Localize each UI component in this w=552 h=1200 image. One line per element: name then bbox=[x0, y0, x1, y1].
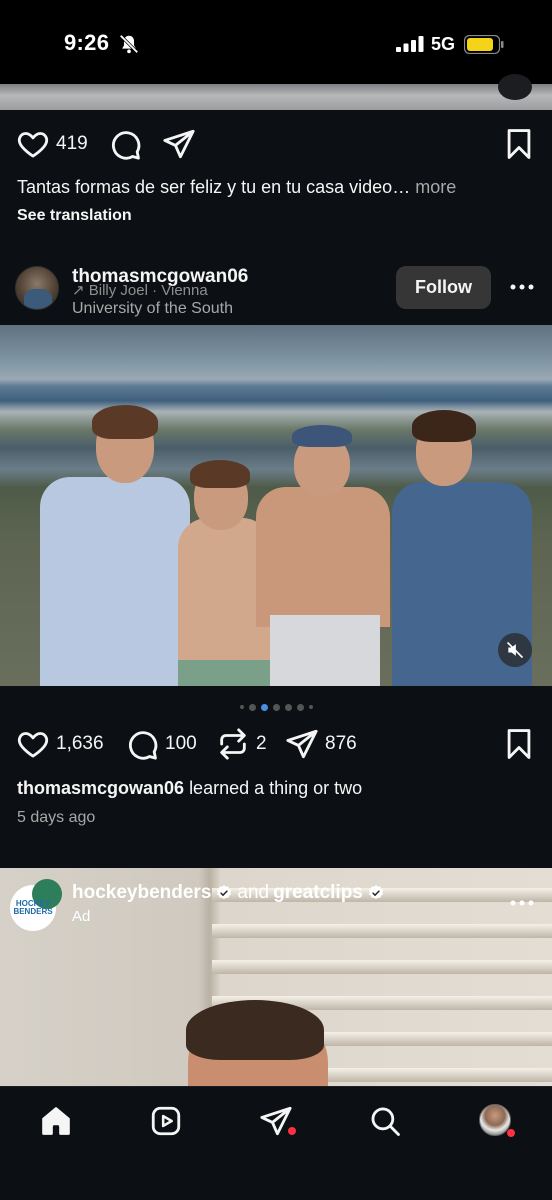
comment-count: 100 bbox=[165, 733, 197, 754]
verified-badge-icon bbox=[217, 885, 232, 900]
reels-icon bbox=[151, 1106, 181, 1136]
previous-post-actions: 419 bbox=[0, 122, 552, 166]
bell-off-icon bbox=[119, 34, 139, 54]
tab-search[interactable] bbox=[367, 1103, 403, 1139]
carousel-indicator bbox=[0, 702, 552, 712]
see-translation-link[interactable]: See translation bbox=[17, 207, 132, 225]
direct-notification-dot bbox=[288, 1127, 296, 1135]
tab-reels[interactable] bbox=[148, 1103, 184, 1139]
share-count: 876 bbox=[325, 733, 357, 754]
carousel-dot bbox=[272, 703, 280, 711]
send-icon bbox=[163, 129, 195, 159]
home-icon bbox=[42, 1107, 70, 1135]
repost-button[interactable]: 2 bbox=[216, 722, 267, 766]
previous-post-media[interactable] bbox=[0, 74, 552, 110]
profile-notification-dot bbox=[507, 1129, 515, 1137]
music-label[interactable]: ↗ Billy Joel · Vienna bbox=[72, 281, 208, 299]
post-header: thomasmcgowan06 ↗ Billy Joel · Vienna Un… bbox=[0, 262, 552, 324]
battery-icon bbox=[464, 35, 504, 54]
person-figure bbox=[248, 425, 398, 686]
share-button[interactable]: 876 bbox=[285, 722, 357, 766]
carousel-dot bbox=[284, 703, 292, 711]
bottom-tab-bar bbox=[0, 1086, 552, 1200]
comment-button[interactable]: 100 bbox=[125, 722, 197, 766]
mute-toggle-button[interactable] bbox=[498, 633, 532, 667]
status-time: 9:26 bbox=[64, 30, 110, 55]
previous-post-caption: Tantas formas de ser feliz y tu en tu ca… bbox=[17, 177, 457, 197]
post-caption: thomasmcgowan06 learned a thing or two bbox=[17, 778, 362, 799]
ad-account-names: hockeybenders and greatclips bbox=[72, 882, 385, 904]
carousel-dot bbox=[308, 705, 313, 709]
send-icon bbox=[286, 729, 318, 759]
like-button[interactable]: 419 bbox=[16, 122, 88, 166]
heart-icon bbox=[17, 732, 49, 758]
search-icon bbox=[371, 1107, 400, 1136]
repost-icon bbox=[220, 728, 246, 760]
more-link[interactable]: more bbox=[415, 177, 456, 197]
repost-count: 2 bbox=[256, 733, 267, 754]
avatar[interactable] bbox=[15, 266, 59, 310]
ad-joiner: and bbox=[237, 882, 270, 903]
post-timestamp: 5 days ago bbox=[17, 809, 96, 826]
bookmark-icon bbox=[507, 129, 531, 159]
ad-label: Ad bbox=[72, 908, 91, 925]
save-button[interactable] bbox=[502, 722, 536, 766]
location-label[interactable]: University of the South bbox=[72, 300, 233, 318]
follow-button[interactable]: Follow bbox=[396, 266, 491, 309]
comment-button[interactable] bbox=[108, 122, 142, 166]
post-photo[interactable] bbox=[0, 325, 552, 686]
network-label: 5G bbox=[431, 34, 456, 54]
more-options-icon[interactable] bbox=[508, 276, 536, 298]
ad-avatar[interactable]: HOCKEY BENDERS bbox=[10, 879, 62, 931]
status-bar: 9:26 5G bbox=[0, 0, 552, 84]
verified-badge-icon bbox=[368, 885, 383, 900]
carousel-dot bbox=[260, 703, 268, 711]
caption-username[interactable]: thomasmcgowan06 bbox=[17, 778, 184, 798]
caption-text: learned a thing or two bbox=[189, 778, 363, 798]
ad-username-2[interactable]: greatclips bbox=[273, 882, 363, 904]
speaker-muted-icon bbox=[506, 641, 524, 659]
bookmark-icon bbox=[507, 729, 531, 759]
share-button[interactable] bbox=[162, 122, 196, 166]
like-count: 419 bbox=[56, 133, 88, 154]
carousel-dot bbox=[239, 705, 244, 709]
ad-post[interactable]: HOCKEY BENDERS hockeybenders and greatcl… bbox=[0, 868, 552, 1086]
music-arrow-icon: ↗ bbox=[72, 282, 89, 299]
comment-icon bbox=[111, 131, 141, 160]
tab-home[interactable] bbox=[38, 1103, 74, 1139]
carousel-dot bbox=[296, 703, 304, 711]
save-button[interactable] bbox=[502, 122, 536, 166]
heart-icon bbox=[17, 132, 49, 158]
signal-icon bbox=[396, 36, 424, 52]
ad-username-1[interactable]: hockeybenders bbox=[72, 882, 211, 904]
more-options-icon[interactable] bbox=[508, 892, 536, 914]
like-count: 1,636 bbox=[56, 733, 104, 754]
post-actions: 1,636 100 2 876 bbox=[0, 722, 552, 766]
comment-icon bbox=[128, 731, 158, 760]
like-button[interactable]: 1,636 bbox=[16, 722, 104, 766]
carousel-dot bbox=[248, 703, 256, 711]
